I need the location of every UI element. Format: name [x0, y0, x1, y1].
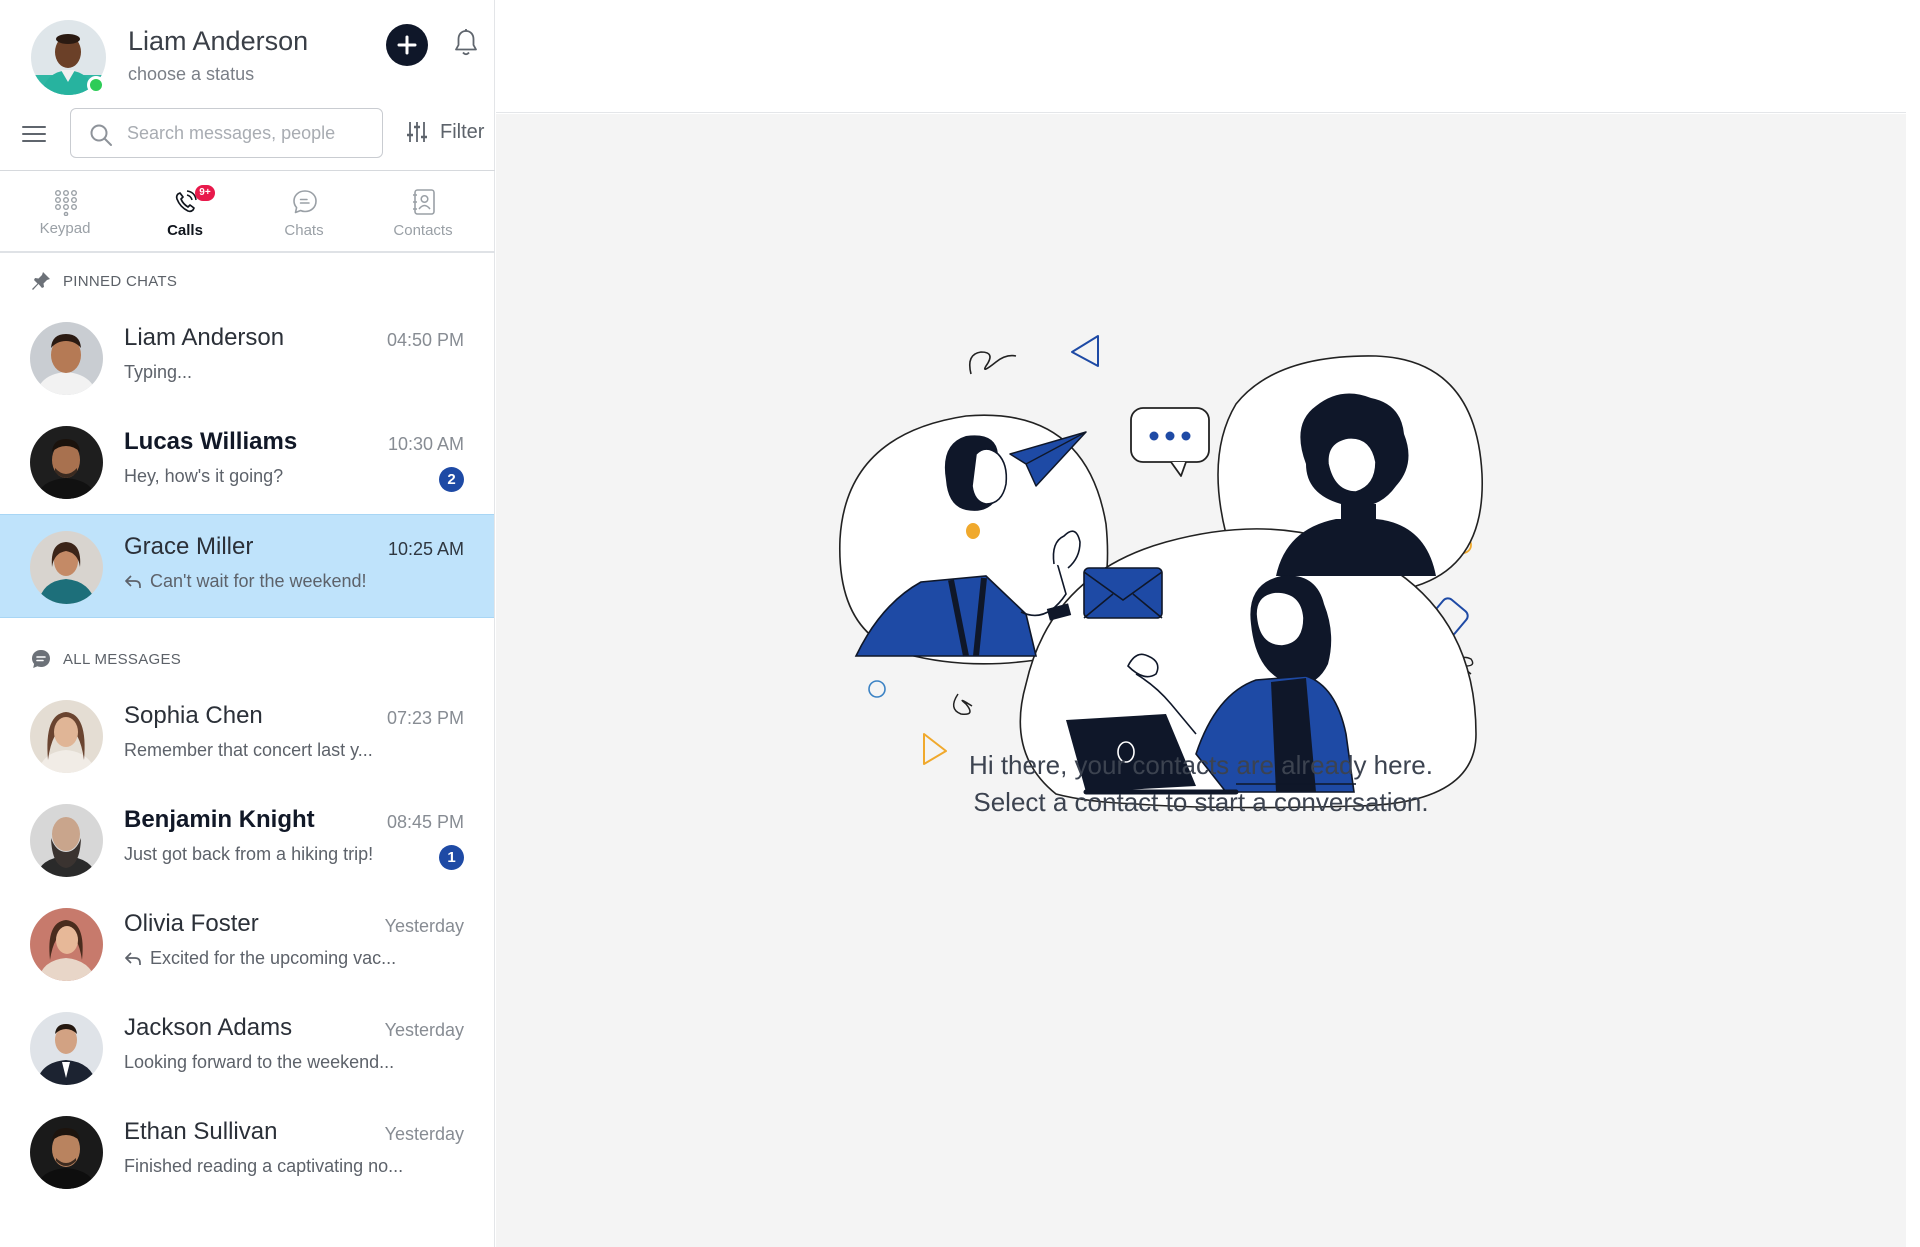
search-input[interactable] [127, 119, 367, 147]
profile-header: Liam Anderson choose a status [0, 0, 495, 105]
chat-time: Yesterday [384, 1020, 464, 1040]
reply-arrow-icon [125, 951, 141, 965]
filter-button[interactable]: Filter [406, 117, 484, 147]
chat-contact-name: Ethan Sullivan [124, 1118, 278, 1145]
chat-preview: Just got back from a hiking trip! [124, 844, 373, 865]
chat-contact-name: Jackson Adams [124, 1014, 293, 1041]
chat-contact-name: Benjamin Knight [124, 806, 315, 833]
plus-icon [397, 35, 417, 55]
tab-calls[interactable]: 9+ Calls [125, 172, 245, 253]
chat-item-olivia-foster[interactable]: Olivia Foster Yesterday Excited for the … [0, 892, 494, 996]
chat-preview-text: Just got back from a hiking trip! [124, 844, 374, 864]
chat-item-lucas-williams[interactable]: Lucas Williams 10:30 AM Hey, how's it go… [0, 410, 494, 514]
chat-preview-text: Excited for the upcoming vac... [150, 948, 397, 968]
calls-badge: 9+ [195, 185, 215, 201]
new-chat-button[interactable] [386, 24, 428, 66]
sliders-icon [407, 122, 427, 142]
pinned-chats-header: PINNED CHATS [31, 269, 177, 293]
contacts-book-icon [413, 189, 435, 215]
avatar [30, 1012, 103, 1085]
all-messages-header: ALL MESSAGES [31, 647, 181, 671]
chat-time: Yesterday [384, 916, 464, 936]
chat-item-liam-anderson[interactable]: Liam Anderson 04:50 PM Typing... [0, 306, 494, 410]
chat-preview: Finished reading a captivating no... [124, 1156, 403, 1177]
search-icon [90, 124, 112, 146]
empty-state: Hi there, your contacts are already here… [496, 114, 1906, 1247]
chat-contact-name: Sophia Chen [124, 702, 263, 729]
chat-time: 10:30 AM [387, 434, 464, 454]
avatar [30, 531, 103, 604]
chat-bubble-icon [293, 190, 317, 214]
hamburger-menu-icon[interactable] [21, 121, 47, 147]
chat-preview-text: Hey, how's it going? [124, 466, 284, 486]
avatar [30, 908, 103, 981]
filter-label: Filter [440, 120, 485, 143]
reply-arrow-icon [125, 574, 141, 588]
chat-contact-name: Grace Miller [124, 533, 254, 560]
chat-item-benjamin-knight[interactable]: Benjamin Knight 08:45 PM Just got back f… [0, 788, 494, 892]
tab-label-contacts: Contacts [393, 222, 453, 239]
chat-preview: Remember that concert last y... [124, 740, 373, 761]
chat-time: 10:25 AM [387, 539, 464, 559]
search-box [70, 108, 383, 158]
unread-count-badge: 2 [439, 467, 464, 492]
chat-item-jackson-adams[interactable]: Jackson Adams Yesterday Looking forward … [0, 996, 494, 1100]
chat-preview: Looking forward to the weekend... [124, 1052, 394, 1073]
avatar [30, 804, 103, 877]
chat-time: 04:50 PM [386, 330, 464, 350]
chat-item-ethan-sullivan[interactable]: Ethan Sullivan Yesterday Finished readin… [0, 1100, 494, 1204]
chat-contact-name: Olivia Foster [124, 910, 259, 937]
tab-bar: Keypad 9+ Calls Chats Contacts [0, 172, 495, 253]
empty-state-line-2: Select a contact to start a conversation… [973, 787, 1429, 817]
chat-contact-name: Liam Anderson [124, 324, 285, 351]
chat-preview: Can't wait for the weekend! [124, 571, 367, 592]
notifications-bell-icon[interactable] [453, 28, 479, 58]
tab-label-keypad: Keypad [39, 220, 91, 237]
online-status-dot [87, 76, 105, 94]
unread-count-badge: 1 [439, 845, 464, 870]
tab-chats[interactable]: Chats [244, 172, 364, 253]
chat-time: 08:45 PM [386, 812, 464, 832]
user-status[interactable]: choose a status [128, 64, 254, 85]
chat-time: 07:23 PM [386, 708, 464, 728]
chat-preview-text: Finished reading a captivating no... [124, 1156, 404, 1176]
pinned-chats-label: PINNED CHATS [63, 272, 178, 290]
tab-label-calls: Calls [167, 222, 203, 239]
chat-time: Yesterday [384, 1124, 464, 1144]
chat-preview: Excited for the upcoming vac... [124, 948, 396, 969]
avatar [30, 1116, 103, 1189]
search-toolbar: Filter [0, 105, 495, 171]
avatar [30, 426, 103, 499]
avatar [30, 322, 103, 395]
empty-state-line-1: Hi there, your contacts are already here… [969, 750, 1433, 780]
all-messages-label: ALL MESSAGES [63, 650, 182, 668]
chat-item-grace-miller[interactable]: Grace Miller 10:25 AM Can't wait for the… [0, 514, 494, 618]
conversation-header [496, 0, 1906, 113]
chat-preview-text: Typing... [124, 362, 193, 382]
chat-preview-text: Looking forward to the weekend... [124, 1052, 395, 1072]
chat-preview: Typing... [124, 362, 192, 383]
chat-preview-text: Can't wait for the weekend! [150, 571, 367, 591]
user-name: Liam Anderson [128, 26, 309, 56]
pin-icon [32, 272, 50, 290]
sidebar: Liam Anderson choose a status Search mes… [0, 0, 495, 1247]
avatar [30, 700, 103, 773]
tab-contacts[interactable]: Contacts [363, 172, 483, 253]
tab-label-chats: Chats [284, 222, 324, 239]
conversation-panel: Hi there, your contacts are already here… [496, 0, 1920, 1247]
chat-item-sophia-chen[interactable]: Sophia Chen 07:23 PM Remember that conce… [0, 684, 494, 788]
keypad-icon [55, 190, 78, 216]
tab-keypad[interactable]: Keypad [5, 172, 125, 253]
message-icon [32, 650, 50, 668]
chat-preview: Hey, how's it going? [124, 466, 283, 487]
chat-contact-name: Lucas Williams [124, 428, 298, 455]
chat-preview-text: Remember that concert last y... [124, 740, 373, 760]
